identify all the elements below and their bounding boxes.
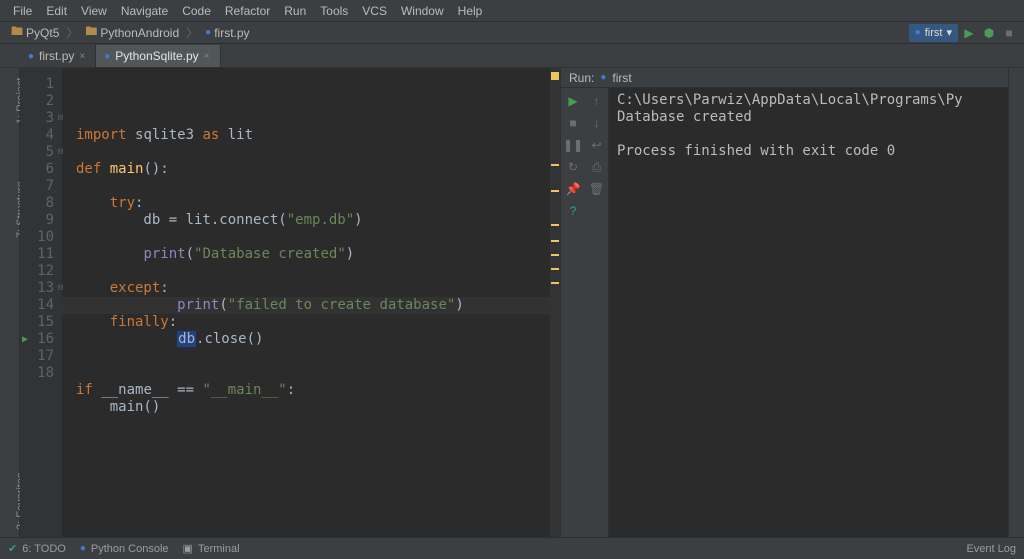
menu-refactor[interactable]: Refactor	[218, 4, 277, 18]
left-tool-stripe: 1: Project 7: Structure 2: Favorites	[0, 68, 20, 537]
run-tool-window: Run: ● first ▶ ■ ❚❚ ↻ 📌 ? ↑ ↓ ↩ ⎙ 🗑 C:\U…	[560, 68, 1008, 537]
event-log-label: Event Log	[966, 543, 1016, 555]
python-file-icon: ●	[205, 27, 211, 38]
run-header-config: first	[612, 71, 631, 85]
pin-button[interactable]: 📌	[564, 180, 582, 198]
rerun-button[interactable]: ▶	[564, 92, 582, 110]
right-tool-stripe	[1008, 68, 1024, 537]
breadcrumb-root-label: PyQt5	[26, 26, 59, 40]
python-file-icon: ●	[80, 543, 86, 554]
breadcrumb-sep-icon: 〉	[64, 24, 80, 41]
python-file-icon: ●	[104, 51, 110, 62]
stop-button[interactable]: ■	[564, 114, 582, 132]
editor-tab-label: PythonSqlite.py	[115, 49, 198, 63]
menu-run[interactable]: Run	[277, 4, 313, 18]
breadcrumb-mid-label: PythonAndroid	[100, 26, 179, 40]
run-config-label: first	[925, 27, 943, 39]
breadcrumb-mid[interactable]: 🖿 PythonAndroid	[80, 22, 184, 43]
restart-button[interactable]: ↻	[564, 158, 582, 176]
help-button[interactable]: ?	[564, 202, 582, 220]
editor-tab-bar: ● first.py × ● PythonSqlite.py ×	[0, 44, 1024, 68]
close-tab-icon[interactable]: ×	[204, 51, 210, 62]
menu-window[interactable]: Window	[394, 4, 451, 18]
main-area: 1: Project 7: Structure 2: Favorites 123…	[0, 68, 1024, 537]
run-gutter-icon[interactable]: ▶	[22, 331, 28, 348]
run-header-title: Run:	[569, 71, 594, 85]
python-file-icon: ●	[28, 51, 34, 62]
scroll-up-button[interactable]: ↑	[588, 92, 606, 110]
breadcrumb-file[interactable]: ● first.py	[200, 26, 254, 40]
menu-help[interactable]: Help	[451, 4, 490, 18]
terminal-label: Terminal	[198, 543, 240, 555]
python-console-label: Python Console	[91, 543, 169, 555]
code-editor[interactable]: 123456789101112131415161718▶⊟⊟⊟ import s…	[20, 68, 560, 537]
todo-icon: ✔	[8, 542, 17, 555]
terminal-icon: ▣	[183, 542, 193, 555]
folder-icon: 🖿	[85, 22, 97, 43]
breadcrumb-root[interactable]: 🖿 PyQt5	[6, 22, 64, 43]
run-config-selector[interactable]: ● first ▾	[909, 24, 958, 42]
python-console-button[interactable]: ● Python Console	[80, 543, 169, 555]
editor-gutter[interactable]: 123456789101112131415161718▶⊟⊟⊟	[20, 68, 62, 537]
menu-bar: FileEditViewNavigateCodeRefactorRunTools…	[0, 0, 1024, 22]
debug-button[interactable]: ⬢	[980, 24, 998, 42]
python-file-icon: ●	[915, 27, 921, 38]
scroll-down-button[interactable]: ↓	[588, 114, 606, 132]
breadcrumb-file-label: first.py	[214, 26, 249, 40]
pause-button[interactable]: ❚❚	[564, 136, 582, 154]
terminal-button[interactable]: ▣ Terminal	[183, 542, 240, 555]
editor-code-area[interactable]: import sqlite3 as lit def main(): try: d…	[62, 68, 550, 537]
print-button[interactable]: ⎙	[588, 158, 606, 176]
stop-button[interactable]: ■	[1000, 24, 1018, 42]
event-log-button[interactable]: Event Log	[966, 543, 1016, 555]
editor-tab[interactable]: ● first.py ×	[20, 45, 96, 67]
menu-edit[interactable]: Edit	[39, 4, 74, 18]
nav-bar: 🖿 PyQt5 〉 🖿 PythonAndroid 〉 ● first.py ●…	[0, 22, 1024, 44]
run-toolbar-primary: ▶ ■ ❚❚ ↻ 📌 ?	[561, 88, 585, 537]
menu-tools[interactable]: Tools	[313, 4, 355, 18]
menu-file[interactable]: File	[6, 4, 39, 18]
editor-tab-label: first.py	[39, 49, 74, 63]
soft-wrap-button[interactable]: ↩	[588, 136, 606, 154]
editor-tab[interactable]: ● PythonSqlite.py ×	[96, 45, 220, 67]
folder-icon: 🖿	[11, 22, 23, 43]
status-bar: ✔ 6: TODO ● Python Console ▣ Terminal Ev…	[0, 537, 1024, 559]
marker-stripe[interactable]	[550, 68, 560, 537]
menu-view[interactable]: View	[74, 4, 114, 18]
run-toolbar-secondary: ↑ ↓ ↩ ⎙ 🗑	[585, 88, 609, 537]
todo-tool-button[interactable]: ✔ 6: TODO	[8, 542, 66, 555]
menu-code[interactable]: Code	[175, 4, 218, 18]
todo-label: 6: TODO	[22, 543, 66, 555]
run-button[interactable]: ▶	[960, 24, 978, 42]
close-tab-icon[interactable]: ×	[79, 51, 85, 62]
breadcrumb-sep-icon: 〉	[184, 24, 200, 41]
run-console-output[interactable]: C:\Users\Parwiz\AppData\Local\Programs\P…	[609, 88, 1008, 537]
clear-button[interactable]: 🗑	[588, 180, 606, 198]
menu-navigate[interactable]: Navigate	[114, 4, 175, 18]
menu-vcs[interactable]: VCS	[355, 4, 394, 18]
chevron-down-icon: ▾	[946, 26, 952, 39]
python-file-icon: ●	[600, 72, 606, 83]
run-tool-header[interactable]: Run: ● first	[561, 68, 1008, 88]
